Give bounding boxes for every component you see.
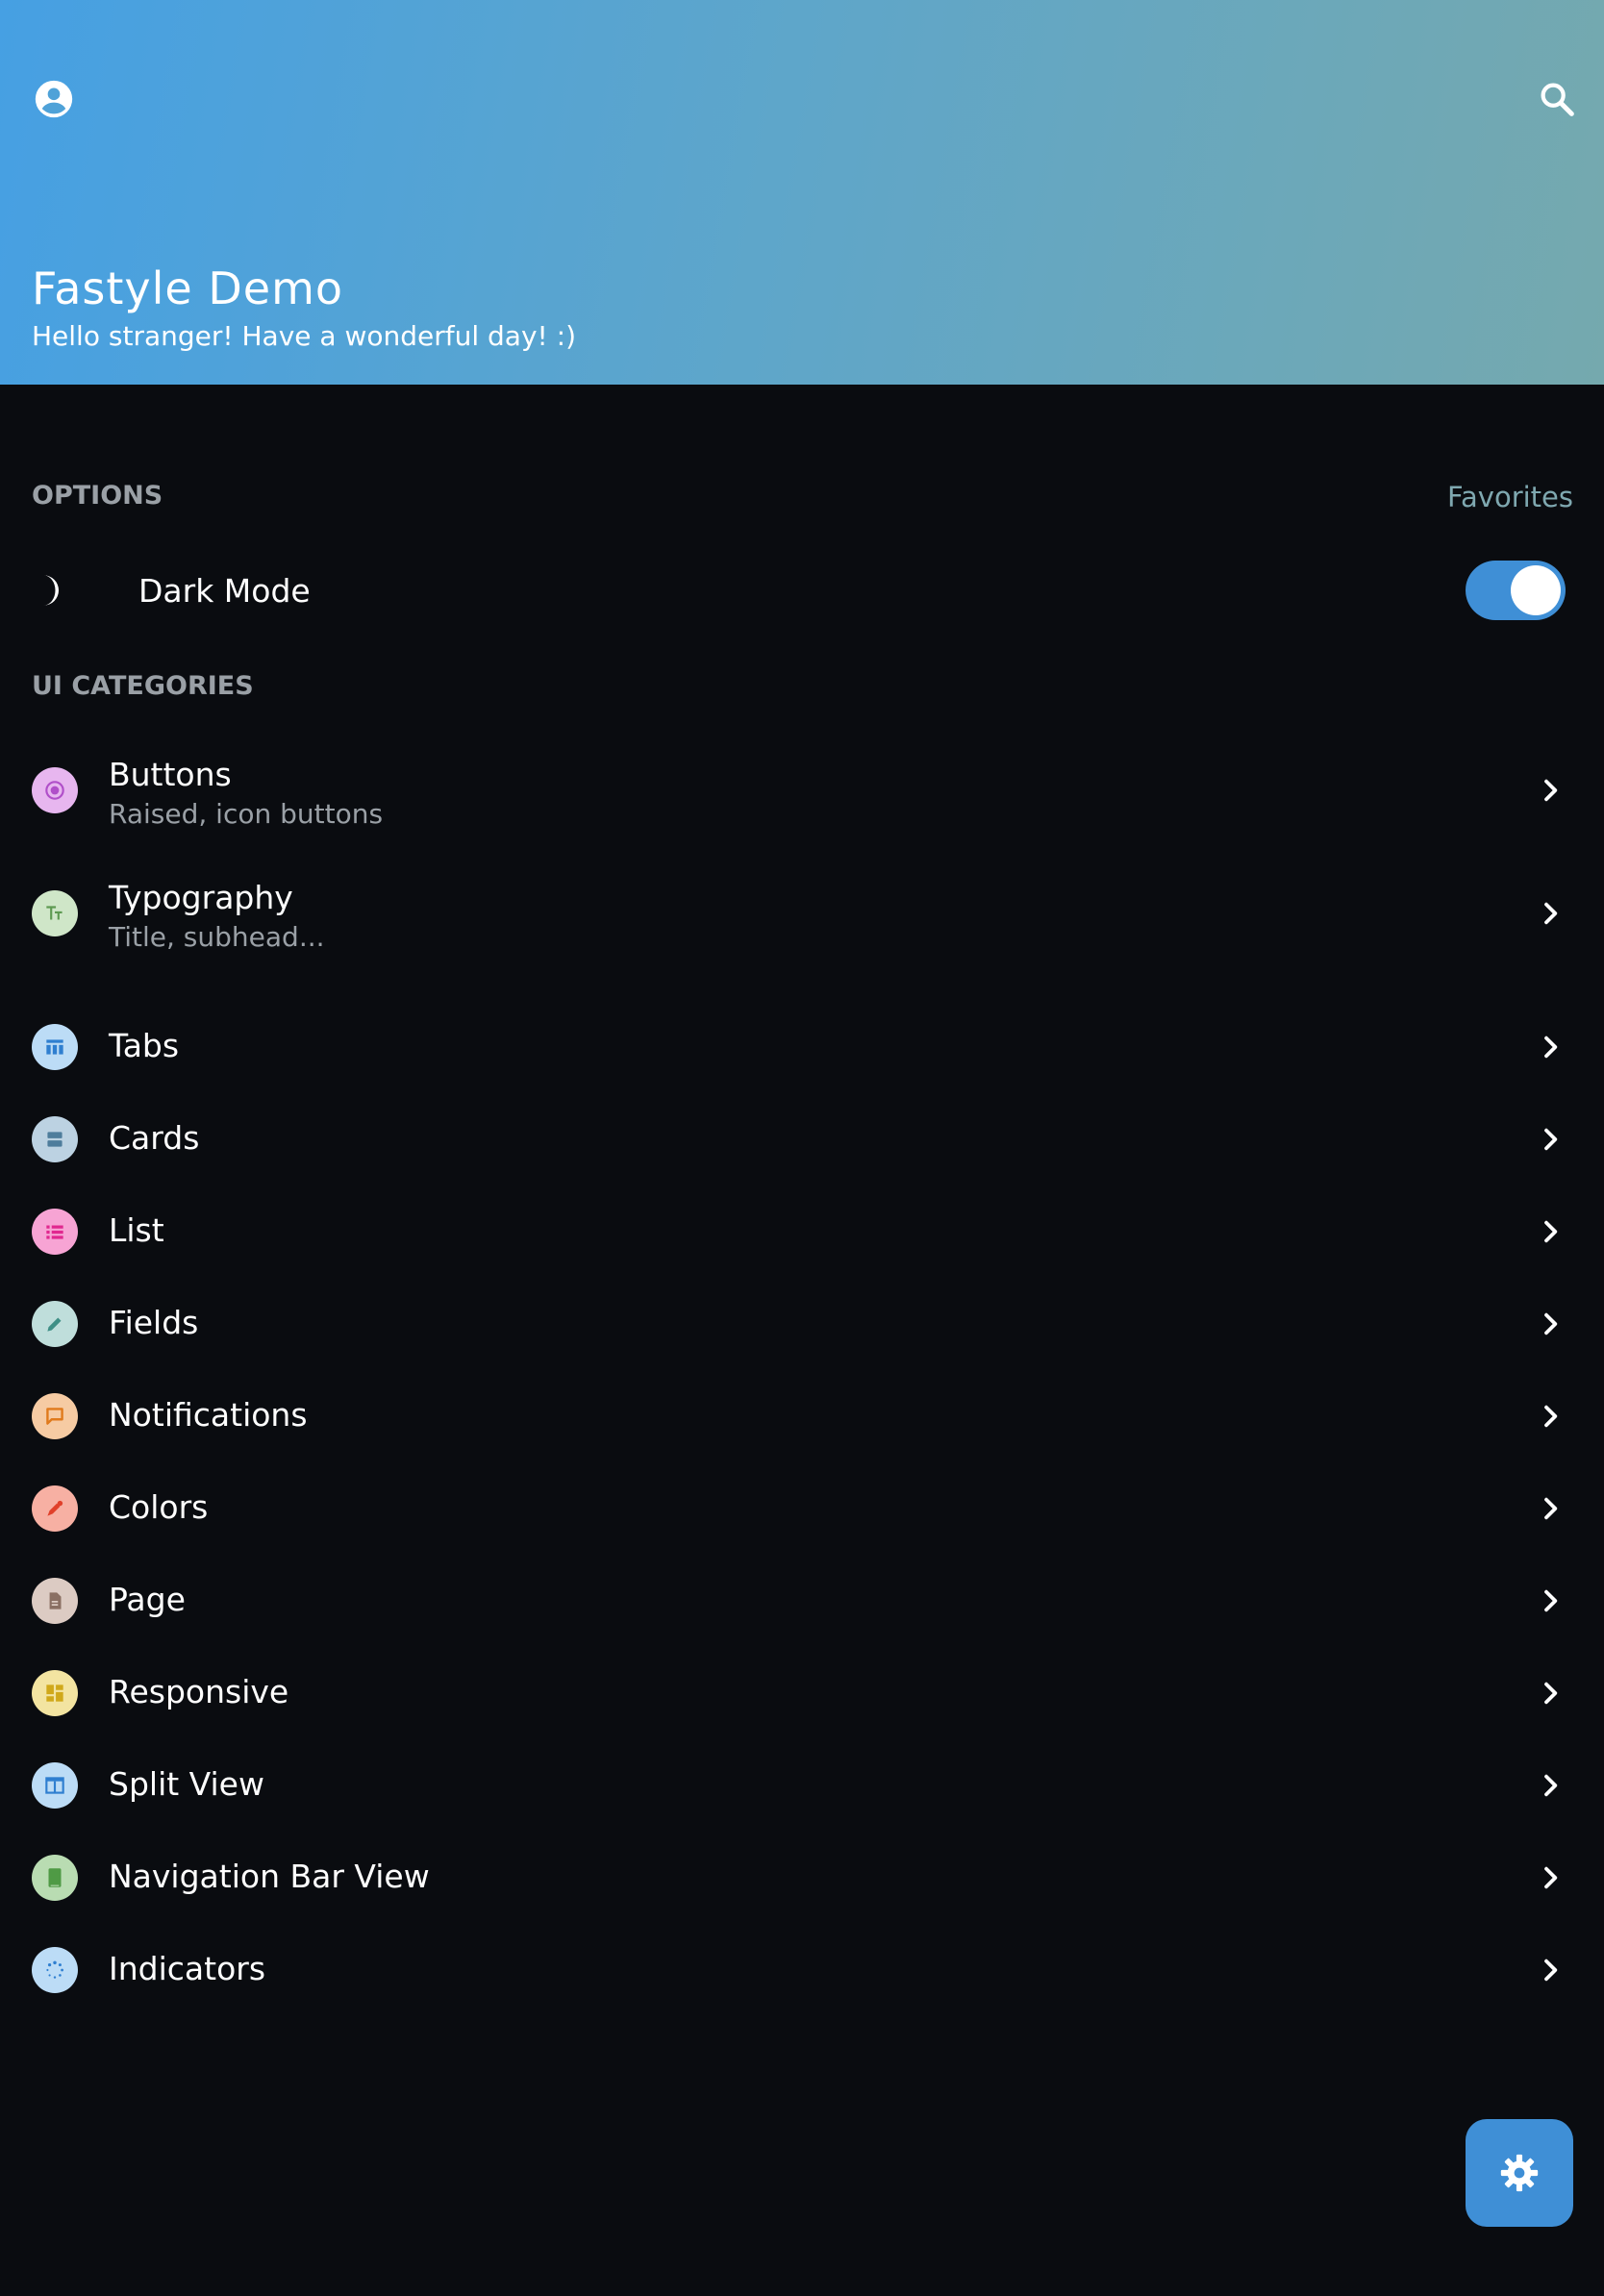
account-circle-icon[interactable] — [32, 77, 76, 121]
category-item-typography[interactable]: Typography Title, subhead... — [0, 873, 1604, 969]
ui-categories-section-label: UI CATEGORIES — [32, 671, 254, 701]
chevron-right-icon — [1535, 898, 1566, 929]
chevron-right-icon — [1535, 1862, 1566, 1893]
dark-mode-toggle[interactable] — [1466, 561, 1566, 620]
page-title: Fastyle Demo — [32, 262, 344, 314]
chevron-right-icon — [1535, 1124, 1566, 1155]
category-subtitle: Raised, icon buttons — [109, 798, 384, 830]
favorites-link[interactable]: Favorites — [1447, 481, 1573, 513]
list-icon — [32, 1209, 78, 1255]
eyedropper-icon — [32, 1485, 78, 1532]
chevron-right-icon — [1535, 1216, 1566, 1247]
options-section-label: OPTIONS — [32, 481, 163, 511]
radio-button-icon — [32, 767, 78, 813]
chevron-right-icon — [1535, 1401, 1566, 1432]
chat-bubble-icon — [32, 1393, 78, 1439]
document-icon — [32, 1578, 78, 1624]
chevron-right-icon — [1535, 1493, 1566, 1524]
category-title: Responsive — [109, 1673, 289, 1710]
chevron-right-icon — [1535, 1678, 1566, 1709]
category-title: List — [109, 1211, 164, 1249]
category-title: Cards — [109, 1119, 200, 1157]
settings-fab[interactable] — [1466, 2119, 1573, 2227]
category-item-cards[interactable]: Cards — [0, 1096, 1604, 1183]
category-item-tabs[interactable]: Tabs — [0, 1004, 1604, 1090]
dashboard-icon — [32, 1670, 78, 1716]
category-title: Tabs — [109, 1027, 180, 1064]
gear-icon — [1500, 2154, 1539, 2192]
category-subtitle: Title, subhead... — [109, 921, 325, 953]
category-title: Fields — [109, 1304, 199, 1341]
category-item-indicators[interactable]: Indicators — [0, 1927, 1604, 2013]
chevron-right-icon — [1535, 1585, 1566, 1616]
cards-icon — [32, 1116, 78, 1162]
category-item-responsive[interactable]: Responsive — [0, 1650, 1604, 1736]
category-title: Typography — [109, 879, 293, 916]
category-title: Navigation Bar View — [109, 1858, 430, 1895]
pencil-icon — [32, 1301, 78, 1347]
category-item-fields[interactable]: Fields — [0, 1281, 1604, 1367]
moon-icon — [32, 570, 72, 611]
dark-mode-row[interactable]: Dark Mode — [0, 543, 1604, 639]
search-icon[interactable] — [1535, 77, 1579, 121]
dark-mode-label: Dark Mode — [138, 572, 311, 610]
tabs-icon — [32, 1024, 78, 1070]
chevron-right-icon — [1535, 1955, 1566, 1985]
category-item-list[interactable]: List — [0, 1188, 1604, 1275]
category-item-notifications[interactable]: Notifications — [0, 1373, 1604, 1460]
category-item-colors[interactable]: Colors — [0, 1465, 1604, 1552]
category-item-navigation-bar-view[interactable]: Navigation Bar View — [0, 1834, 1604, 1921]
text-fields-icon — [32, 890, 78, 936]
category-title: Split View — [109, 1765, 264, 1803]
tablet-icon — [32, 1855, 78, 1901]
toggle-knob — [1511, 565, 1561, 615]
chevron-right-icon — [1535, 1770, 1566, 1801]
chevron-right-icon — [1535, 1032, 1566, 1062]
chevron-right-icon — [1535, 1309, 1566, 1339]
split-view-icon — [32, 1762, 78, 1809]
page-subtitle: Hello stranger! Have a wonderful day! :) — [32, 320, 577, 352]
app-header: Fastyle Demo Hello stranger! Have a wond… — [0, 0, 1604, 385]
category-title: Notifications — [109, 1396, 308, 1434]
category-title: Page — [109, 1581, 186, 1618]
category-item-buttons[interactable]: Buttons Raised, icon buttons — [0, 750, 1604, 846]
category-title: Indicators — [109, 1950, 266, 1987]
category-item-split-view[interactable]: Split View — [0, 1742, 1604, 1829]
category-item-page[interactable]: Page — [0, 1558, 1604, 1644]
chevron-right-icon — [1535, 775, 1566, 806]
category-title: Buttons — [109, 756, 232, 793]
category-title: Colors — [109, 1488, 209, 1526]
spinner-icon — [32, 1947, 78, 1993]
